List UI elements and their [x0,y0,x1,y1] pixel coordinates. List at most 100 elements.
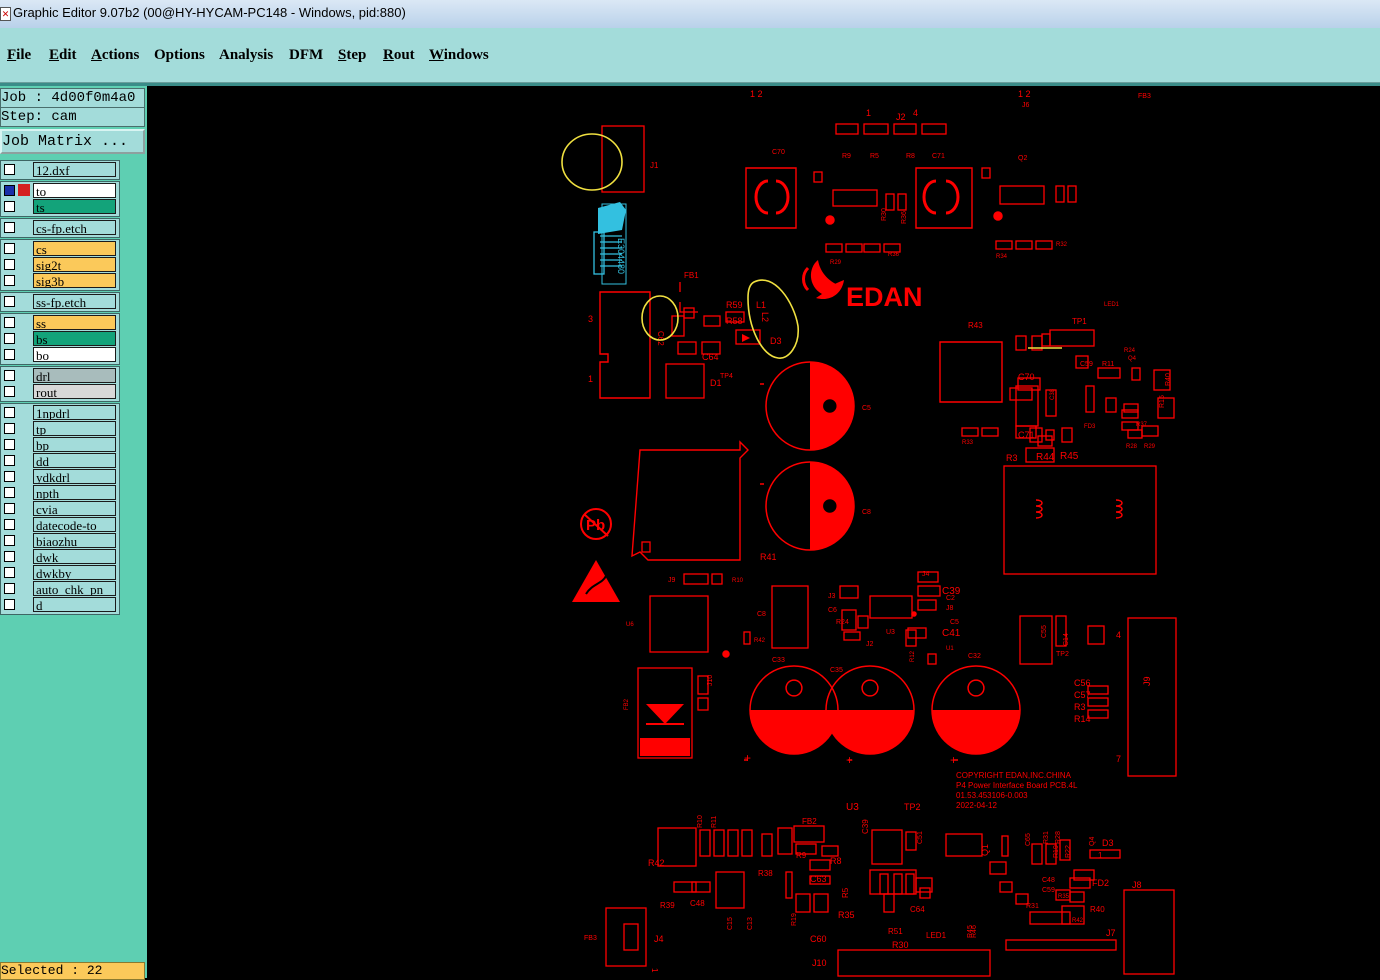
layer-checkbox[interactable] [4,551,15,562]
refdes-label: C70 [772,149,785,156]
refdes-label: J6 [1022,102,1030,109]
layer-row[interactable]: ss-fp.etch [1,294,119,309]
layer-row[interactable]: tp [1,421,119,436]
pin-label: 4 [913,108,918,118]
layer-checkbox[interactable] [4,185,15,196]
component-outline [917,585,941,597]
component-pad [825,215,835,225]
layer-row[interactable]: 1npdrl [1,405,119,420]
layer-checkbox[interactable] [4,487,15,498]
layer-row[interactable]: cs-fp.etch [1,220,119,235]
layer-checkbox[interactable] [4,567,15,578]
layer-row[interactable]: d [1,597,119,612]
menu-rout[interactable]: Rout [383,47,415,64]
selected-count: Selected : 22 [0,962,145,980]
menu-dfm[interactable]: DFM [289,47,323,64]
layer-checkbox[interactable] [4,222,15,233]
job-matrix-button[interactable]: Job Matrix ... [0,129,145,154]
refdes-label: U1 [946,646,954,652]
component-outline [711,573,723,585]
layer-row[interactable]: ydkdrl [1,469,119,484]
refdes-label: FB3 [1138,93,1151,100]
layer-row[interactable]: auto_chk_pn [1,581,119,596]
layer-checkbox[interactable] [4,423,15,434]
component-outline [893,123,917,135]
refdes-label: R58 [726,316,743,326]
component-outline [1123,889,1175,975]
layer-row[interactable]: biaozhu [1,533,119,548]
component-outline [683,307,695,319]
menu-options[interactable]: Options [154,47,205,64]
refdes-label: J2 [866,641,874,648]
component-outline [761,833,773,857]
layer-checkbox[interactable] [4,599,15,610]
copyright-text: 2022-04-12 [956,801,997,810]
layer-checkbox[interactable] [4,370,15,381]
pcb-view[interactable]: 1 2 1 2 FB3 J6 J1 1 4 J2 R9 R5 R8 C71 C70 R30 R36 Q2 R29… [150,86,1380,978]
layer-checkbox[interactable] [4,201,15,212]
refdes-label: R38 [758,869,773,878]
layer-checkbox[interactable] [4,243,15,254]
layer-checkbox[interactable] [4,503,15,514]
refdes-label: R11 [711,816,718,828]
esd-warning-icon [572,560,620,602]
copyright-text: COPYRIGHT EDAN,INC.CHINA [956,771,1072,780]
layer-row[interactable]: 12.dxf [1,162,119,177]
pin-label: 1 [588,374,593,384]
layer-row[interactable]: cs [1,241,119,256]
polarity-mark: + [744,751,751,765]
menu-windows[interactable]: Windows [429,47,489,64]
layer-row[interactable]: ss [1,315,119,330]
graphic-canvas[interactable]: 1 2 1 2 FB3 J6 J1 1 4 J2 R9 R5 R8 C71 C70 R30 R36 Q2 R29… [150,86,1380,978]
refdes-label: R5 [841,887,850,898]
component-outline [601,125,645,193]
layer-row[interactable]: bo [1,347,119,362]
layer-row[interactable]: cvia [1,501,119,516]
refdes-label: C6 [828,607,837,614]
layer-row[interactable]: bp [1,437,119,452]
layer-checkbox[interactable] [4,259,15,270]
layer-checkbox[interactable] [4,439,15,450]
menu-actions[interactable]: Actions [91,47,139,64]
layer-row[interactable]: sig3b [1,273,119,288]
layer-checkbox[interactable] [4,535,15,546]
layer-row[interactable]: dwkby [1,565,119,580]
layer-checkbox[interactable] [4,333,15,344]
menu-analysis[interactable]: Analysis [219,47,273,64]
layer-row[interactable]: dwk [1,549,119,564]
layer-row[interactable]: datecode-to [1,517,119,532]
layer-group: drl rout [0,366,120,402]
layer-row[interactable]: npth [1,485,119,500]
layer-checkbox[interactable] [4,317,15,328]
layer-checkbox[interactable] [4,519,15,530]
layer-name: datecode-to [33,517,116,532]
refdes-label: TP2 [1056,651,1069,658]
layer-checkbox[interactable] [4,407,15,418]
layer-checkbox[interactable] [4,455,15,466]
menu-step[interactable]: Step [338,47,366,64]
layer-row[interactable]: dd [1,453,119,468]
layer-row[interactable]: drl [1,368,119,383]
layer-row[interactable]: ts [1,199,119,214]
layer-row[interactable]: to [1,183,119,198]
layer-checkbox[interactable] [4,296,15,307]
layer-checkbox[interactable] [4,164,15,175]
component-outline [1031,843,1043,865]
component-outline [1127,617,1177,777]
layer-checkbox[interactable] [4,471,15,482]
refdes-label: R43 [968,321,983,330]
layer-checkbox[interactable] [4,583,15,594]
refdes-label: C39 [942,586,961,597]
component-outline [1061,427,1073,443]
component-outline [1127,429,1143,439]
menu-edit[interactable]: Edit [49,47,77,64]
refdes-label: R36 [888,252,900,258]
layer-checkbox[interactable] [4,349,15,360]
layer-row[interactable]: rout [1,384,119,399]
layer-checkbox[interactable] [4,275,15,286]
layer-row[interactable]: bs [1,331,119,346]
layer-checkbox[interactable] [4,386,15,397]
menu-file[interactable]: File [7,47,31,64]
refdes-label: C64 [910,905,925,914]
layer-row[interactable]: sig2t [1,257,119,272]
